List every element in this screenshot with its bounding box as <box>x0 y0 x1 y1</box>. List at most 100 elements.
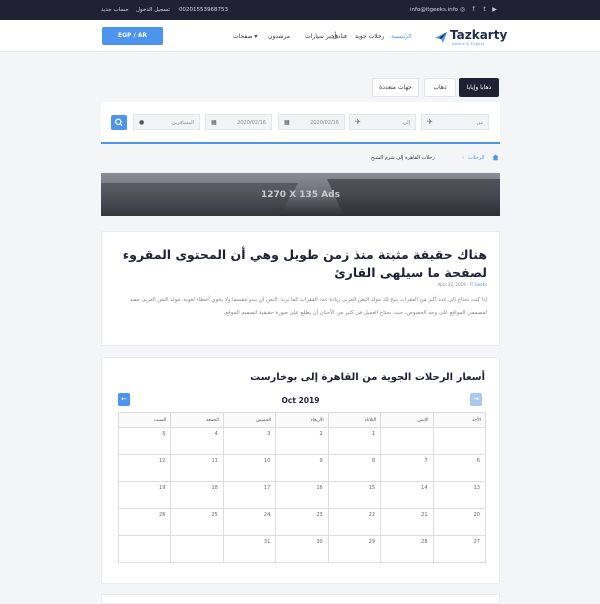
calendar-day[interactable]: 22 <box>327 508 382 536</box>
nav-guides[interactable]: مرشدون <box>268 33 290 40</box>
calendar-day[interactable]: 26 <box>117 508 172 536</box>
calendar-day[interactable] <box>380 427 434 455</box>
calendar-day[interactable]: 7 <box>380 454 434 482</box>
calendar-day[interactable]: 30 <box>275 535 329 563</box>
calendar-icon: ▦ <box>284 119 290 126</box>
search-icon <box>115 118 123 126</box>
login-link[interactable]: تسجيل الدخول <box>136 7 170 13</box>
return-date-value: 2020/02/16 <box>237 120 266 126</box>
calendar-day[interactable]: 21 <box>380 508 434 536</box>
calendar-day[interactable]: 11 <box>170 454 224 482</box>
depart-date-value: 2020/02/16 <box>310 120 339 126</box>
return-date-field[interactable]: ▦ 2020/02/16 <box>205 114 272 130</box>
calendar-day[interactable]: 18 <box>170 481 224 509</box>
calendar-day[interactable]: 10 <box>222 454 277 482</box>
youtube-icon[interactable]: ▶ <box>491 6 498 13</box>
day-header: الخميس <box>222 412 277 428</box>
nav-flights[interactable]: رحلات جوية <box>355 33 384 40</box>
calendar-week-row: 27 28 29 30 31 <box>117 535 486 563</box>
email-address: info@itgeeks.info <box>410 7 458 13</box>
calendar-day[interactable]: 28 <box>380 535 434 563</box>
ad-banner[interactable]: 1270 X 135 Ads <box>101 173 500 216</box>
instagram-icon[interactable]: ◎ <box>459 6 466 13</box>
breadcrumb-current: رحلات القاهرة إلى شرم الشيخ <box>371 155 435 161</box>
arrow-right-icon: → <box>473 395 479 403</box>
calendar-day[interactable]: 14 <box>380 481 434 509</box>
search-button[interactable] <box>111 115 127 130</box>
calendar-day[interactable]: 4 <box>170 427 224 455</box>
calendar-week-row: 1 2 3 4 5 <box>117 427 486 455</box>
calendar-day[interactable]: 24 <box>222 508 277 536</box>
twitter-icon[interactable]: t <box>481 6 488 13</box>
article-meta: April 22, 2019 - IT Geeks <box>437 282 487 287</box>
from-placeholder: من <box>476 120 483 126</box>
calendar-day[interactable]: 27 <box>432 535 486 563</box>
calendar-icon: ▦ <box>211 119 217 126</box>
article-date: April 22, 2019 <box>437 282 466 287</box>
day-header: الأربعاء <box>275 412 329 428</box>
calendar-day[interactable]: 17 <box>222 481 277 509</box>
calendar-next-button[interactable]: → <box>470 393 482 406</box>
tab-multi-city[interactable]: جهات متعددة <box>372 78 419 97</box>
plane-logo-icon[interactable] <box>434 30 448 44</box>
calendar-day[interactable]: 20 <box>432 508 486 536</box>
calendar-day[interactable]: 3 <box>222 427 277 455</box>
from-field[interactable]: ✈ من <box>421 114 489 130</box>
plane-arrival-icon: ✈ <box>355 118 361 126</box>
to-field[interactable]: ✈ إلى <box>349 114 416 130</box>
day-header: الإثنين <box>380 412 434 428</box>
article-card: هناك حقيقة مثبتة منذ زمن طويل وهي أن الم… <box>101 231 500 346</box>
calendar-day[interactable] <box>117 535 172 563</box>
next-section-card <box>101 594 500 604</box>
depart-date-field[interactable]: ▦ 2020/02/16 <box>278 114 345 130</box>
tab-round-trip[interactable]: ذهابا وإيابا <box>459 78 499 97</box>
travelers-field[interactable]: ● المسافرين <box>133 114 200 130</box>
calendar-day[interactable]: 31 <box>222 535 277 563</box>
site-header: EGP / AR صفحات ▾ مرشدون تأجير سيارات فنا… <box>0 20 600 52</box>
to-placeholder: إلى <box>402 120 410 126</box>
calendar-title: أسعار الرحلات الجوية من القاهرة إلى بوخا… <box>250 372 485 383</box>
calendar-day[interactable]: 19 <box>117 481 172 509</box>
calendar-day[interactable]: 23 <box>275 508 329 536</box>
phone-number: 00201553968753 <box>179 7 228 13</box>
calendar-day[interactable]: 29 <box>327 535 382 563</box>
calendar-day[interactable]: 1 <box>327 427 382 455</box>
home-icon[interactable] <box>492 154 499 161</box>
user-icon: ● <box>139 119 145 126</box>
breadcrumb-separator: ‹ <box>462 155 464 161</box>
nav-pages[interactable]: صفحات ▾ <box>233 33 257 40</box>
article-title: هناك حقيقة مثبتة منذ زمن طويل وهي أن الم… <box>122 247 487 280</box>
calendar-day[interactable]: 6 <box>432 454 486 482</box>
calendar-day[interactable] <box>170 535 224 563</box>
calendar-day[interactable]: 9 <box>275 454 329 482</box>
calendar-week-row: 13 14 15 16 17 18 19 <box>117 481 486 509</box>
logo-text[interactable]: Tazkarty <box>450 29 507 41</box>
calendar-day[interactable]: 12 <box>117 454 172 482</box>
day-header: السبت <box>117 412 172 428</box>
calendar-day[interactable]: 15 <box>327 481 382 509</box>
nav-home[interactable]: الرئيسية <box>391 33 412 40</box>
new-account-link[interactable]: حساب جديد <box>101 7 129 13</box>
calendar-day[interactable]: 8 <box>327 454 382 482</box>
nav-hotels[interactable]: فنادق <box>333 33 347 40</box>
tab-one-way[interactable]: ذهاب <box>424 78 456 97</box>
article-author[interactable]: IT Geeks <box>470 282 487 287</box>
travelers-placeholder: المسافرين <box>171 120 194 126</box>
calendar-day[interactable]: 2 <box>275 427 329 455</box>
currency-button[interactable]: EGP / AR <box>102 27 163 45</box>
calendar-day[interactable]: 13 <box>432 481 486 509</box>
ad-banner-label: 1270 X 135 Ads <box>261 190 340 200</box>
calendar-day[interactable]: 5 <box>117 427 172 455</box>
plane-departure-icon: ✈ <box>427 118 433 126</box>
day-header: الثلاثاء <box>327 412 382 428</box>
calendar-month: Oct 2019 <box>281 396 320 405</box>
breadcrumb-flights[interactable]: الرحلات <box>468 155 484 161</box>
facebook-icon[interactable]: f <box>470 6 477 13</box>
calendar-grid: الأحد الإثنين الثلاثاء الأربعاء الخميس ا… <box>117 412 486 563</box>
calendar-week-row: 20 21 22 23 24 25 26 <box>117 508 486 536</box>
day-header: الأحد <box>432 412 486 428</box>
calendar-day[interactable]: 16 <box>275 481 329 509</box>
logo-subtitle: Hotels & Flights <box>452 42 485 46</box>
calendar-day[interactable]: 25 <box>170 508 224 536</box>
calendar-day[interactable] <box>432 427 486 455</box>
